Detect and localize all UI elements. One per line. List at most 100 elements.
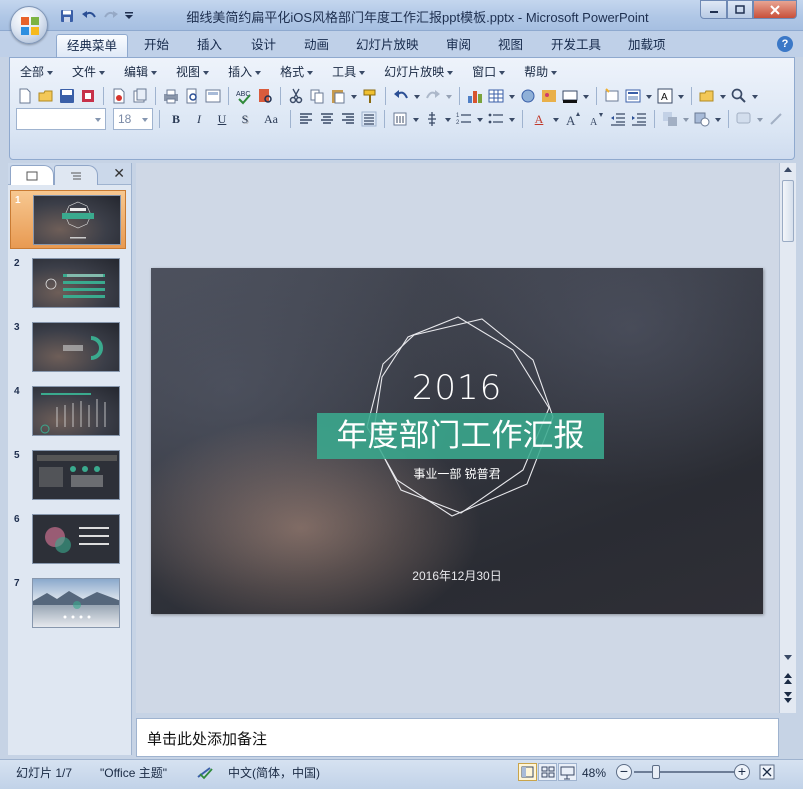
copy-icon[interactable] xyxy=(308,87,326,105)
format-painter-icon[interactable] xyxy=(361,87,379,105)
slide-thumbnail[interactable]: 3 xyxy=(10,318,126,377)
text-direction-dropdown-icon[interactable] xyxy=(412,110,420,128)
spell-check-icon[interactable] xyxy=(196,765,214,781)
close-pane-icon[interactable]: ✕ xyxy=(113,165,125,182)
grow-font-icon[interactable]: A xyxy=(563,109,583,129)
print-preview-icon[interactable] xyxy=(183,87,201,105)
menu-tools[interactable]: 工具 xyxy=(328,62,366,82)
align-right-icon[interactable] xyxy=(339,110,357,128)
scroll-thumb[interactable] xyxy=(782,180,794,242)
zoom-slider-thumb[interactable] xyxy=(652,765,660,779)
close-icon[interactable] xyxy=(753,0,797,19)
minimize-icon[interactable] xyxy=(700,0,727,19)
menu-slideshow[interactable]: 幻灯片放映 xyxy=(380,62,454,82)
hyperlink-icon[interactable] xyxy=(519,87,537,105)
menu-view[interactable]: 视图 xyxy=(172,62,210,82)
permission-icon[interactable] xyxy=(79,87,97,105)
scroll-up-icon[interactable] xyxy=(784,167,792,172)
align-center-icon[interactable] xyxy=(318,110,336,128)
text-direction-icon[interactable] xyxy=(391,110,409,128)
tab-developer[interactable]: 开发工具 xyxy=(541,34,611,57)
undo-icon[interactable] xyxy=(392,87,410,105)
slide-sorter-button[interactable] xyxy=(538,763,557,781)
justify-icon[interactable] xyxy=(360,110,378,128)
tab-design[interactable]: 设计 xyxy=(241,34,286,57)
table-icon[interactable] xyxy=(487,87,505,105)
slide-subtitle[interactable]: 事业一部 锐普君 xyxy=(151,465,763,482)
find-dropdown-icon[interactable] xyxy=(751,87,759,105)
font-color-dropdown-icon[interactable] xyxy=(552,110,560,128)
menu-edit[interactable]: 编辑 xyxy=(120,62,158,82)
vertical-scrollbar[interactable] xyxy=(779,163,796,713)
slide-date[interactable]: 2016年12月30日 xyxy=(151,567,763,584)
bold-button[interactable]: B xyxy=(166,109,186,129)
redo-icon[interactable] xyxy=(424,87,442,105)
next-slide-icon[interactable] xyxy=(782,691,794,705)
slide-thumbnail[interactable]: 2 xyxy=(10,254,126,313)
print-icon[interactable] xyxy=(162,87,180,105)
italic-button[interactable]: I xyxy=(189,109,209,129)
normal-view-button[interactable] xyxy=(518,763,537,781)
menu-file[interactable]: 文件 xyxy=(68,62,106,82)
shape-fill-dropdown-icon[interactable] xyxy=(756,110,764,128)
change-case-button[interactable]: Aa xyxy=(258,109,284,129)
zoom-in-icon[interactable]: + xyxy=(734,764,750,780)
tab-animation[interactable]: 动画 xyxy=(294,34,339,57)
redo-dropdown-icon[interactable] xyxy=(445,87,453,105)
arrange-icon[interactable] xyxy=(661,110,679,128)
undo-dropdown-icon[interactable] xyxy=(413,87,421,105)
zoom-level[interactable]: 48% xyxy=(582,764,606,782)
tab-insert[interactable]: 插入 xyxy=(187,34,232,57)
help-icon[interactable]: ? xyxy=(777,36,793,52)
slide-thumbnail[interactable]: 5 xyxy=(10,446,126,505)
slide-title[interactable]: 年度部门工作汇报 xyxy=(317,413,604,459)
numbering-icon[interactable]: 12 xyxy=(455,110,473,128)
zoom-out-icon[interactable]: − xyxy=(616,764,632,780)
shape-styles-dropdown-icon[interactable] xyxy=(714,110,722,128)
slide-thumbnail[interactable]: 4 xyxy=(10,382,126,441)
font-size-combo[interactable]: 18 xyxy=(113,108,153,130)
table-dropdown-icon[interactable] xyxy=(508,87,516,105)
new-slide-icon[interactable] xyxy=(603,87,621,105)
office-button[interactable] xyxy=(10,6,48,44)
menu-all[interactable]: 全部 xyxy=(16,62,54,82)
bullets-icon[interactable] xyxy=(487,110,505,128)
textbox-icon[interactable]: A xyxy=(656,87,674,105)
fill-dropdown-icon[interactable] xyxy=(582,87,590,105)
maximize-icon[interactable] xyxy=(727,0,753,19)
tab-classic-menu[interactable]: 经典菜单 xyxy=(56,34,129,57)
shape-outline-icon[interactable] xyxy=(767,110,785,128)
slide-layout-icon[interactable] xyxy=(204,87,222,105)
notes-pane[interactable]: 单击此处添加备注 xyxy=(136,718,779,757)
bullets-dropdown-icon[interactable] xyxy=(508,110,516,128)
insert-picture-icon[interactable] xyxy=(540,87,558,105)
zoom-slider-track[interactable] xyxy=(634,771,734,773)
arrange-dropdown-icon[interactable] xyxy=(682,110,690,128)
scroll-down-icon[interactable] xyxy=(784,655,792,660)
slide-thumbnail[interactable]: 1 xyxy=(10,190,126,249)
publish-icon[interactable] xyxy=(131,87,149,105)
outline-tab[interactable] xyxy=(54,165,98,185)
new-document-icon[interactable] xyxy=(16,87,34,105)
textbox-dropdown-icon[interactable] xyxy=(677,87,685,105)
font-color-icon[interactable]: A xyxy=(529,109,549,129)
shape-styles-icon[interactable] xyxy=(693,110,711,128)
slides-tab[interactable] xyxy=(10,165,54,185)
numbering-dropdown-icon[interactable] xyxy=(476,110,484,128)
shrink-font-icon[interactable]: A xyxy=(586,109,606,129)
align-left-icon[interactable] xyxy=(297,110,315,128)
slide-editing-area[interactable]: 2016 年度部门工作汇报 事业一部 锐普君 2016年12月30日 xyxy=(136,163,779,713)
menu-insert[interactable]: 插入 xyxy=(224,62,262,82)
layout-dropdown-icon[interactable] xyxy=(645,87,653,105)
slide-thumbnail[interactable]: 6 xyxy=(10,510,126,569)
slide-thumbnail[interactable]: 7 xyxy=(10,574,126,633)
spelling-icon[interactable]: ABC xyxy=(235,87,253,105)
layout-icon[interactable] xyxy=(624,87,642,105)
paste-dropdown-icon[interactable] xyxy=(350,87,358,105)
menu-window[interactable]: 窗口 xyxy=(468,62,506,82)
tab-addins[interactable]: 加载项 xyxy=(618,34,676,57)
shapes-folder-icon[interactable] xyxy=(698,87,716,105)
cut-icon[interactable] xyxy=(287,87,305,105)
current-slide[interactable]: 2016 年度部门工作汇报 事业一部 锐普君 2016年12月30日 xyxy=(151,268,763,614)
fit-to-window-icon[interactable] xyxy=(759,764,775,780)
